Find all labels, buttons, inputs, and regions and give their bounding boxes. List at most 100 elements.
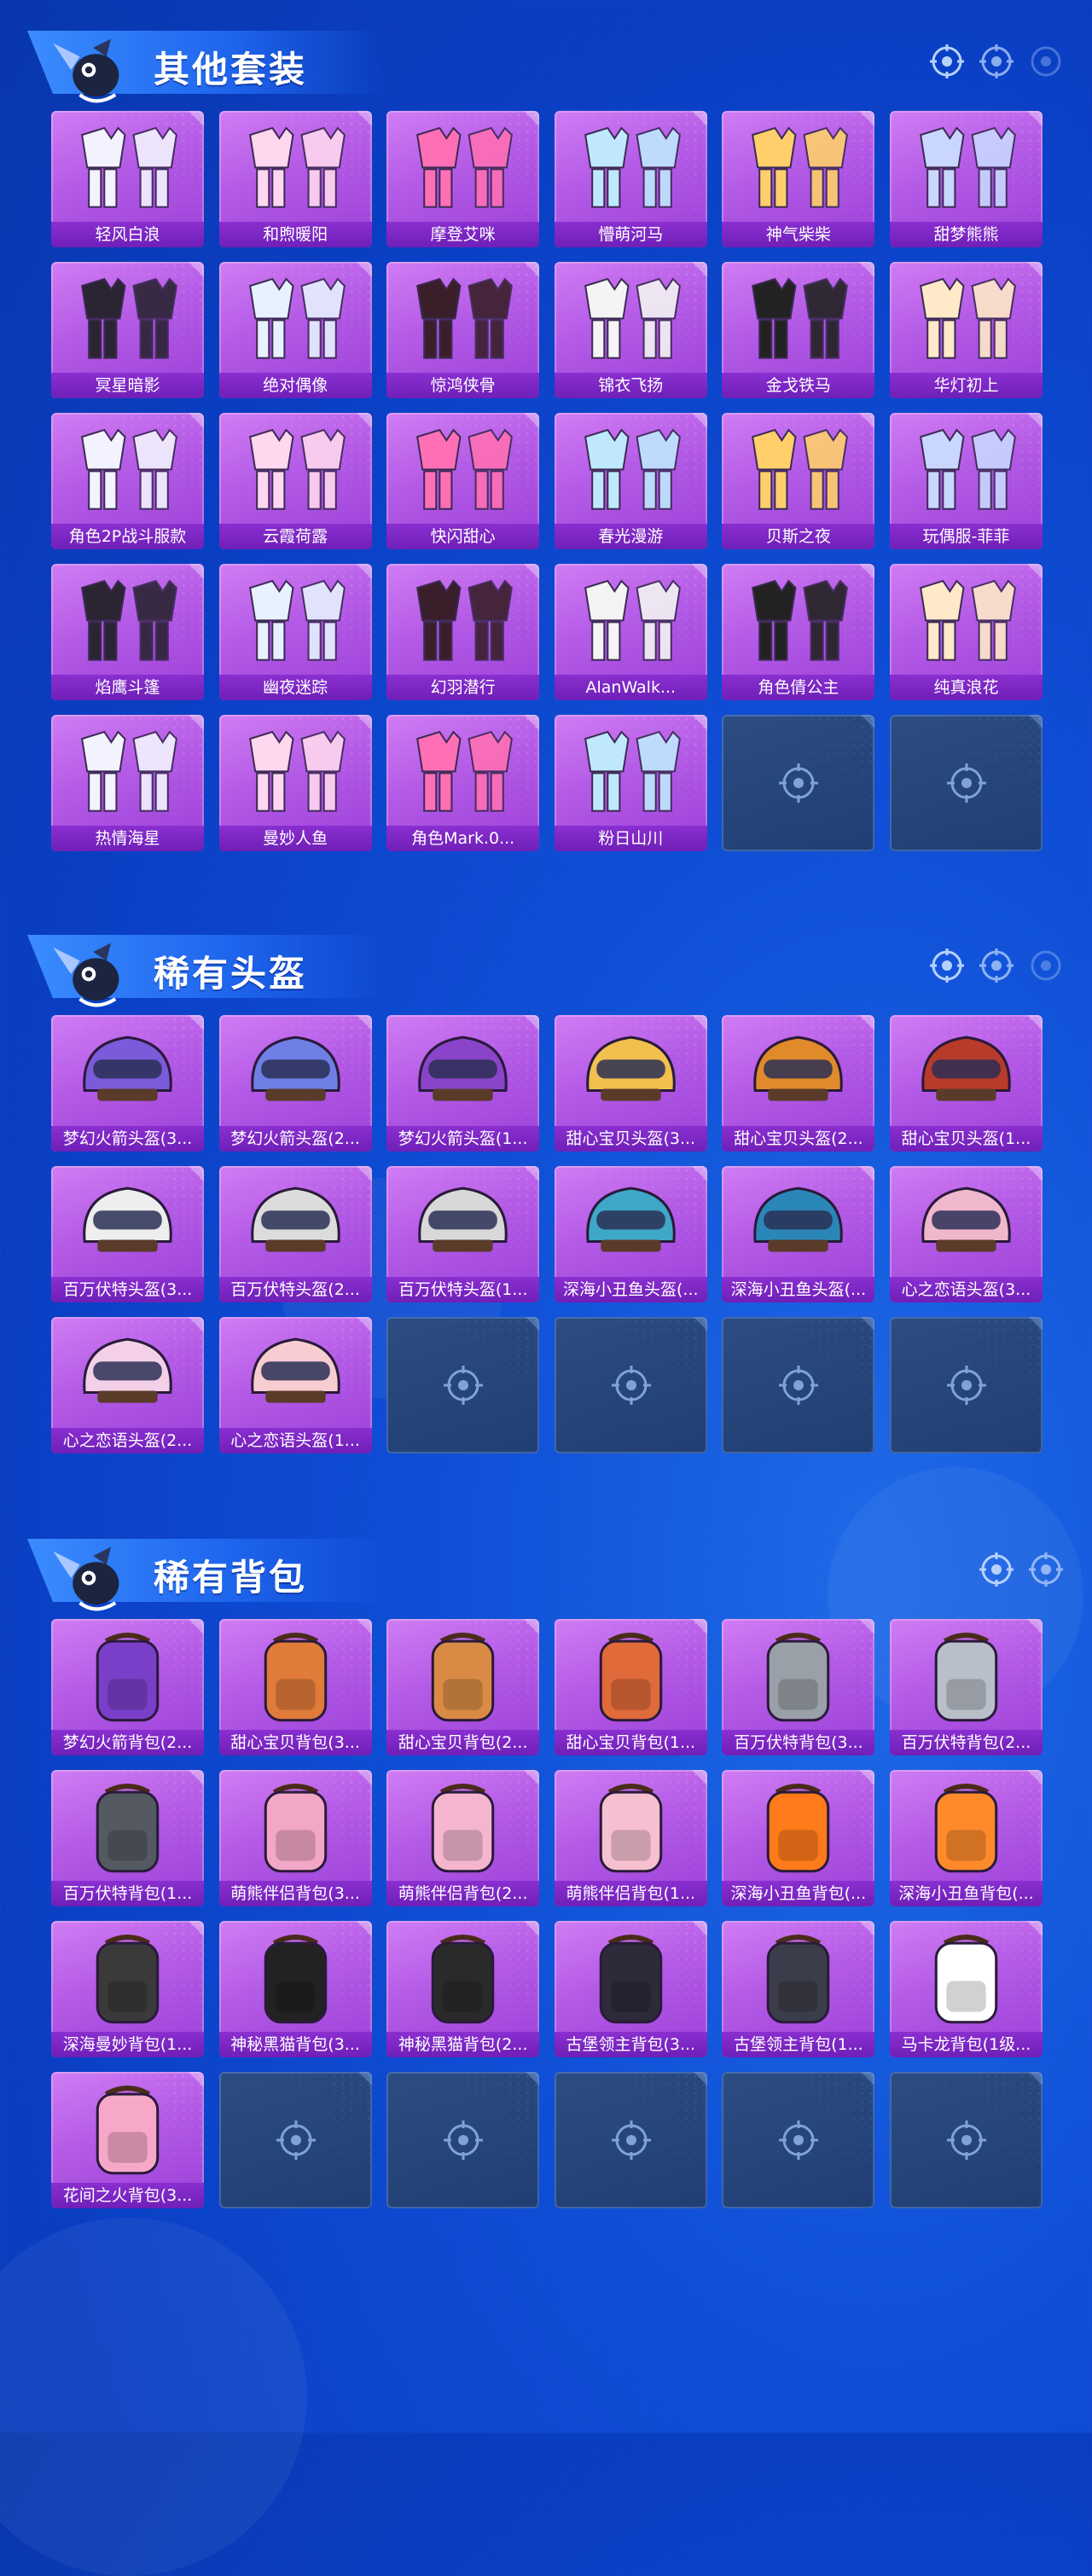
helmet-icon — [734, 1022, 863, 1123]
item-card[interactable]: 深海曼妙背包(1... — [51, 1921, 204, 2057]
backpack-icon — [902, 1626, 1031, 1726]
item-card[interactable]: 摩登艾咪 — [386, 111, 540, 247]
helmet-icon — [231, 1173, 360, 1273]
item-card[interactable]: 深海小丑鱼头盔(... — [554, 1166, 707, 1303]
backpack-icon — [231, 1626, 360, 1726]
item-card[interactable]: 贝斯之夜 — [722, 413, 875, 549]
item-card[interactable]: 心之恋语头盔(2... — [51, 1317, 204, 1453]
item-card[interactable]: 绝对偶像 — [218, 262, 372, 398]
item-card[interactable]: 甜心宝贝头盔(3... — [554, 1015, 707, 1152]
item-card[interactable]: 萌熊伴侣背包(1... — [554, 1770, 707, 1906]
section-header: 稀有背包 — [0, 1508, 1092, 1611]
item-card[interactable]: 梦幻火箭背包(2... — [51, 1619, 204, 1755]
item-card[interactable]: 甜心宝贝头盔(2... — [722, 1015, 875, 1152]
item-label: 心之恋语头盔(2... — [51, 1428, 204, 1453]
item-label: 深海小丑鱼背包(... — [722, 1881, 875, 1906]
item-card[interactable]: 百万伏特头盔(3... — [51, 1166, 204, 1303]
helmet-icon — [902, 1173, 1031, 1273]
item-card[interactable]: 焰鹰斗篷 — [51, 564, 204, 700]
item-card[interactable]: 春光漫游 — [554, 413, 707, 549]
item-card[interactable]: 金戈铁马 — [722, 262, 875, 398]
card-corner — [861, 1317, 875, 1331]
outfit-icon — [63, 269, 192, 369]
helmet-icon — [566, 1022, 695, 1123]
item-card[interactable]: 轻风白浪 — [51, 111, 204, 247]
item-label: 和煦暖阳 — [218, 222, 372, 247]
item-card[interactable]: 萌熊伴侣背包(2... — [386, 1770, 540, 1906]
outfit-icon — [63, 118, 192, 218]
crosshair-icon — [609, 1363, 653, 1407]
item-label: 春光漫游 — [554, 524, 707, 549]
item-card[interactable]: 快闪甜心 — [386, 413, 540, 549]
outfit-icon — [398, 722, 527, 822]
item-card[interactable]: 马卡龙背包(1级... — [889, 1921, 1043, 2057]
item-card[interactable]: 角色Mark.0... — [386, 715, 540, 851]
item-card[interactable]: 百万伏特头盔(2... — [218, 1166, 372, 1303]
item-card[interactable]: 花间之火背包(3... — [51, 2072, 204, 2208]
outfit-icon — [231, 269, 360, 369]
item-card[interactable]: 惊鸿侠骨 — [386, 262, 540, 398]
item-card[interactable]: 萌熊伴侣背包(3... — [218, 1770, 372, 1906]
item-card[interactable]: AlanWalk... — [554, 564, 707, 700]
item-card[interactable]: 神气柴柴 — [722, 111, 875, 247]
item-card[interactable]: 梦幻火箭头盔(1... — [386, 1015, 540, 1152]
item-label: 绝对偶像 — [218, 373, 372, 398]
backpack-icon — [398, 1928, 527, 2028]
helmet-icon — [63, 1173, 192, 1273]
item-card[interactable]: 冥星暗影 — [51, 262, 204, 398]
item-card[interactable]: 角色2P战斗服款 — [51, 413, 204, 549]
crosshair-icon — [944, 761, 989, 805]
item-card[interactable]: 懵萌河马 — [554, 111, 707, 247]
item-card[interactable]: 心之恋语头盔(3... — [889, 1166, 1043, 1303]
item-card[interactable]: 古堡领主背包(3... — [554, 1921, 707, 2057]
crosshair-icon — [1029, 1552, 1063, 1587]
item-card[interactable]: 心之恋语头盔(1... — [218, 1317, 372, 1453]
item-card[interactable]: 古堡领主背包(1... — [722, 1921, 875, 2057]
item-card[interactable]: 云霞荷露 — [218, 413, 372, 549]
crosshair-icon — [979, 44, 1014, 78]
item-card[interactable]: 纯真浪花 — [889, 564, 1043, 700]
item-card[interactable]: 甜心宝贝背包(1... — [554, 1619, 707, 1755]
item-card[interactable]: 梦幻火箭头盔(3... — [51, 1015, 204, 1152]
crosshair-icon — [274, 2118, 318, 2162]
item-grid: 轻风白浪 和煦暖阳 摩登艾咪 懵萌河马 神气柴柴 甜梦熊熊冥星暗影 绝对偶像 惊鸿侠骨 锦衣飞扬… — [51, 111, 1043, 851]
item-card[interactable]: 百万伏特头盔(1... — [386, 1166, 540, 1303]
item-card[interactable]: 玩偶服-菲菲 — [889, 413, 1043, 549]
item-card[interactable]: 角色倩公主 — [722, 564, 875, 700]
item-card[interactable]: 神秘黑猫背包(2... — [386, 1921, 540, 2057]
item-card[interactable]: 百万伏特背包(2... — [889, 1619, 1043, 1755]
item-card[interactable]: 百万伏特背包(1... — [51, 1770, 204, 1906]
item-label: 梦幻火箭背包(2... — [51, 1730, 204, 1755]
item-label: 深海小丑鱼背包(... — [889, 1881, 1043, 1906]
item-card[interactable]: 百万伏特背包(3... — [722, 1619, 875, 1755]
item-label: 萌熊伴侣背包(1... — [554, 1881, 707, 1906]
item-label: 纯真浪花 — [889, 675, 1043, 700]
empty-slot — [386, 1317, 540, 1453]
item-label: 甜梦熊熊 — [889, 222, 1043, 247]
item-card[interactable]: 甜心宝贝背包(3... — [218, 1619, 372, 1755]
outfit-icon — [231, 420, 360, 520]
item-card[interactable]: 梦幻火箭头盔(2... — [218, 1015, 372, 1152]
item-label: 深海小丑鱼头盔(... — [554, 1277, 707, 1303]
item-card[interactable]: 深海小丑鱼头盔(... — [722, 1166, 875, 1303]
item-label: 甜心宝贝头盔(1... — [889, 1126, 1043, 1152]
helmet-icon — [63, 1022, 192, 1123]
item-card[interactable]: 幽夜迷踪 — [218, 564, 372, 700]
item-card[interactable]: 深海小丑鱼背包(... — [722, 1770, 875, 1906]
item-grid: 梦幻火箭背包(2... 甜心宝贝背包(3... 甜心宝贝背包(2... 甜心宝贝背包(… — [51, 1619, 1043, 2208]
crosshair-icon — [776, 2118, 821, 2162]
item-card[interactable]: 曼妙人鱼 — [218, 715, 372, 851]
item-card[interactable]: 热情海星 — [51, 715, 204, 851]
item-card[interactable]: 甜心宝贝背包(2... — [386, 1619, 540, 1755]
item-card[interactable]: 甜梦熊熊 — [889, 111, 1043, 247]
item-card[interactable]: 和煦暖阳 — [218, 111, 372, 247]
item-card[interactable]: 幻羽潜行 — [386, 564, 540, 700]
empty-slot — [889, 1317, 1043, 1453]
item-card[interactable]: 华灯初上 — [889, 262, 1043, 398]
item-card[interactable]: 锦衣飞扬 — [554, 262, 707, 398]
crosshair-icon — [944, 2118, 989, 2162]
item-card[interactable]: 深海小丑鱼背包(... — [889, 1770, 1043, 1906]
item-card[interactable]: 粉日山川 — [554, 715, 707, 851]
item-card[interactable]: 神秘黑猫背包(3... — [218, 1921, 372, 2057]
item-card[interactable]: 甜心宝贝头盔(1... — [889, 1015, 1043, 1152]
